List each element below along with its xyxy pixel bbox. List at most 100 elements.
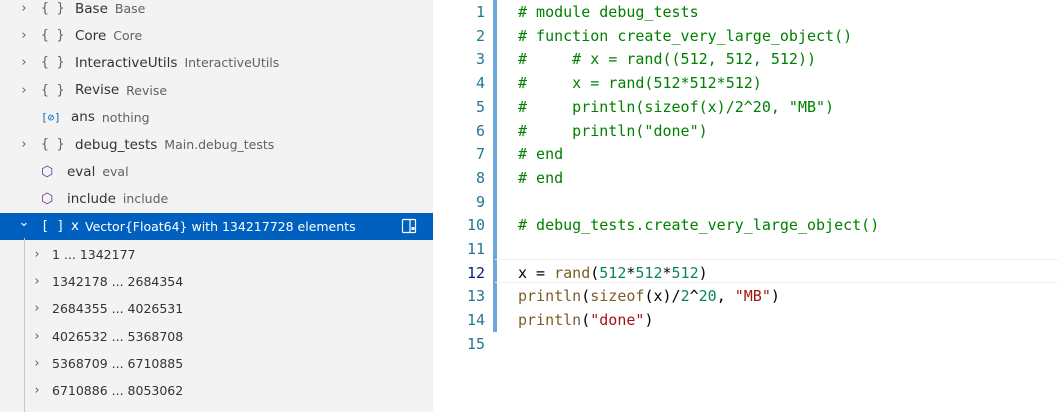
variable-name: debug_tests xyxy=(75,136,158,153)
variable-value: Vector{Float64} with 134217728 elements xyxy=(85,218,356,234)
variable-row[interactable]: › { } Revise Revise xyxy=(0,77,433,104)
array-chunk-row[interactable]: › 5368709 ... 6710885 xyxy=(0,350,433,377)
chevron-right-icon[interactable]: › xyxy=(17,28,31,43)
code-line[interactable]: 12 x = rand(512*512*512) xyxy=(433,261,1058,285)
variable-value: eval xyxy=(102,164,129,180)
code-line[interactable]: 13 println(sizeof(x)/2^20, "MB") xyxy=(433,284,1058,308)
module-icon: { } xyxy=(41,1,65,16)
line-number: 7 xyxy=(475,145,485,164)
code-line[interactable]: 7 # end xyxy=(433,142,1058,166)
code-editor[interactable]: 1 # module debug_tests 2 # function create_… xyxy=(433,0,1058,412)
open-in-viewer-icon[interactable] xyxy=(401,218,417,234)
array-chunk-range: 5368709 ... 6710885 xyxy=(52,355,184,371)
variable-row[interactable]: ⬡ eval eval xyxy=(0,158,433,185)
variable-icon: [⊘] xyxy=(41,110,61,124)
array-chunk-row[interactable]: › 2684355 ... 4026531 xyxy=(0,295,433,322)
array-chunk-row[interactable]: › 4026532 ... 5368708 xyxy=(0,323,433,350)
line-number: 14 xyxy=(466,311,485,330)
array-icon: [ ] xyxy=(41,218,65,234)
variable-name: Base xyxy=(75,0,108,17)
module-icon: { } xyxy=(41,82,65,98)
variable-value: Base xyxy=(114,1,146,16)
code-line[interactable]: 9 xyxy=(433,190,1058,214)
variable-value: Core xyxy=(113,28,143,44)
line-number: 9 xyxy=(475,192,485,211)
variable-row[interactable]: › { } InteractiveUtils InteractiveUtils xyxy=(0,49,433,76)
array-chunk-range: 1342178 ... 2684354 xyxy=(52,274,184,290)
code-line[interactable]: 3 # # x = rand((512, 512, 512)) xyxy=(433,47,1058,71)
chevron-right-icon[interactable]: › xyxy=(17,83,31,98)
chevron-right-icon[interactable]: › xyxy=(17,1,31,16)
variable-row[interactable]: › { } Base Base xyxy=(0,0,433,22)
code-text[interactable]: x = rand(512*512*512) xyxy=(518,261,708,285)
code-line[interactable]: 4 # x = rand(512*512*512) xyxy=(433,71,1058,95)
line-number: 13 xyxy=(466,287,485,306)
code-text[interactable]: # println(sizeof(x)/2^20, "MB") xyxy=(518,95,834,119)
variable-row[interactable]: › { } Core Core xyxy=(0,22,433,49)
array-chunk-row[interactable]: › 1342178 ... 2684354 xyxy=(0,268,433,295)
code-text[interactable]: # x = rand(512*512*512) xyxy=(518,71,762,95)
chevron-right-icon[interactable]: › xyxy=(30,274,44,289)
variable-name: Revise xyxy=(75,82,120,99)
code-text[interactable]: # end xyxy=(518,142,563,166)
chevron-down-icon[interactable]: ⌄ xyxy=(17,215,31,230)
code-line[interactable]: 10 # debug_tests.create_very_large_object… xyxy=(433,213,1058,237)
line-number: 12 xyxy=(466,263,485,282)
variable-value: Main.debug_tests xyxy=(164,137,275,152)
code-line[interactable]: 15 xyxy=(433,332,1058,356)
code-line[interactable]: 6 # println("done") xyxy=(433,119,1058,143)
line-number: 2 xyxy=(475,26,485,45)
code-text[interactable]: # function create_very_large_object() xyxy=(518,24,852,48)
line-number: 6 xyxy=(475,121,485,140)
chevron-right-icon[interactable]: › xyxy=(17,137,31,152)
chevron-right-icon[interactable]: › xyxy=(30,383,44,398)
code-line[interactable]: 8 # end xyxy=(433,166,1058,190)
line-number: 5 xyxy=(475,97,485,116)
chevron-right-icon[interactable]: › xyxy=(30,247,44,262)
code-text[interactable]: println(sizeof(x)/2^20, "MB") xyxy=(518,284,780,308)
variable-name: eval xyxy=(67,163,96,180)
chevron-right-icon[interactable]: › xyxy=(30,329,44,344)
array-chunk-range: 2684355 ... 4026531 xyxy=(52,301,184,317)
variable-name: ans xyxy=(71,109,95,126)
variable-row[interactable]: [⊘] ans nothing xyxy=(0,104,433,131)
variable-row[interactable]: ⬡ include include xyxy=(0,185,433,212)
variable-value: nothing xyxy=(101,109,150,125)
variable-row[interactable]: ⌄ [ ] x Vector{Float64} with 134217728 elem… xyxy=(0,212,433,240)
line-number: 11 xyxy=(466,240,485,258)
variable-name: Core xyxy=(75,27,107,44)
line-number: 8 xyxy=(475,168,485,187)
code-text[interactable]: println("done") xyxy=(518,308,653,332)
code-text[interactable]: # println("done") xyxy=(518,119,708,143)
variable-name: include xyxy=(67,190,116,207)
function-icon: ⬡ xyxy=(41,163,54,180)
code-text[interactable]: # debug_tests.create_very_large_object() xyxy=(518,213,879,237)
array-chunk-row[interactable]: › 1 ... 1342177 xyxy=(0,241,433,268)
chevron-right-icon[interactable]: › xyxy=(17,55,31,70)
code-text[interactable]: # module debug_tests xyxy=(518,0,699,24)
variable-value: include xyxy=(122,191,169,207)
line-number: 4 xyxy=(475,74,485,93)
chevron-right-icon[interactable]: › xyxy=(30,356,44,371)
variables-panel: › { } Base Base › { } Core Core › { } InteractiveU… xyxy=(0,0,433,412)
array-chunk-range: 6710886 ... 8053062 xyxy=(52,383,184,398)
code-text[interactable]: # # x = rand((512, 512, 512)) xyxy=(518,47,816,71)
chevron-right-icon[interactable]: › xyxy=(30,301,44,316)
code-line[interactable]: 1 # module debug_tests xyxy=(433,0,1058,24)
variable-value: InteractiveUtils xyxy=(184,55,280,71)
code-line[interactable]: 11 xyxy=(433,237,1058,261)
code-line[interactable]: 2 # function create_very_large_object() xyxy=(433,24,1058,48)
line-number: 1 xyxy=(475,3,485,21)
array-chunk-range: 1 ... 1342177 xyxy=(52,247,136,262)
code-text[interactable]: # end xyxy=(518,166,563,190)
array-chunk-range: 4026532 ... 5368708 xyxy=(52,328,184,344)
line-number: 3 xyxy=(475,50,485,69)
array-chunk-row[interactable]: › 6710886 ... 8053062 xyxy=(0,377,433,404)
line-number: 10 xyxy=(466,216,485,235)
variable-row[interactable]: › { } debug_tests Main.debug_tests xyxy=(0,131,433,158)
line-number: 15 xyxy=(466,334,485,353)
code-line[interactable]: 5 # println(sizeof(x)/2^20, "MB") xyxy=(433,95,1058,119)
code-line[interactable]: 14 println("done") xyxy=(433,308,1058,332)
variable-name: InteractiveUtils xyxy=(75,54,178,71)
function-icon: ⬡ xyxy=(41,190,54,207)
